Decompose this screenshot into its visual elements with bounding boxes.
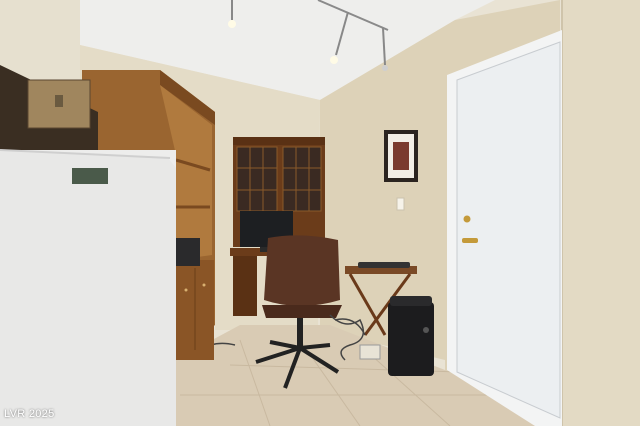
light-switch xyxy=(396,197,405,211)
refrigerator xyxy=(0,149,176,426)
shredder-bin xyxy=(388,296,434,376)
printer xyxy=(176,238,200,266)
power-strip xyxy=(359,344,381,360)
room-photo: LVR 2025 xyxy=(0,0,640,426)
right-wall-edge xyxy=(562,0,640,426)
deadbolt-icon xyxy=(463,215,471,223)
room-illustration xyxy=(0,0,640,426)
photo-watermark: LVR 2025 xyxy=(4,408,55,420)
door xyxy=(456,41,561,419)
fridge-magnet xyxy=(72,168,108,184)
door-handle-icon xyxy=(462,238,478,243)
